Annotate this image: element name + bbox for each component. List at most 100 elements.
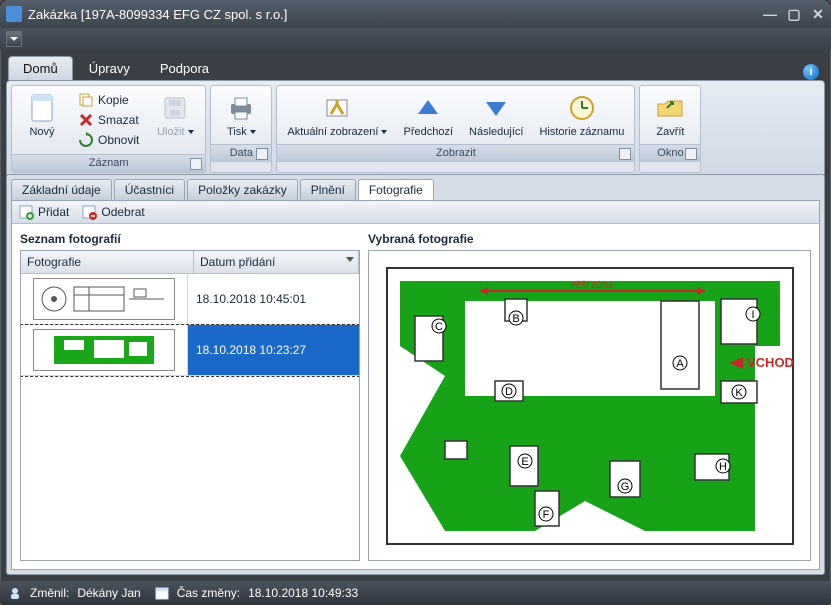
zobrazit-group-label: Zobrazit [436,147,476,159]
historie-label: Historie záznamu [539,126,624,138]
ribbon-group-zobrazit: Aktuální zobrazení Předchozí Následující [276,85,635,173]
ulozit-label: Uložit [157,126,185,138]
tab-fotografie[interactable]: Fotografie [358,179,434,200]
pridat-button[interactable]: Přidat [18,204,69,220]
view-panel: Přidat Odebrat Seznam fotografií Fotogra… [11,200,820,570]
app-icon [6,6,22,22]
history-icon [566,92,598,124]
minimize-button[interactable]: — [763,7,777,21]
col-fotografie[interactable]: Fotografie [21,251,194,273]
predchozi-button[interactable]: Předchozí [395,88,461,142]
photo-grid-header: Fotografie Datum přidání [21,251,359,274]
historie-button[interactable]: Historie záznamu [531,88,632,142]
maximize-button[interactable]: ▢ [787,7,801,21]
odebrat-label: Odebrat [101,205,144,219]
folder-close-icon [654,92,686,124]
svg-text:B: B [512,313,519,325]
new-document-icon [26,92,58,124]
menu-tabs: Domů Úpravy Podpora i [0,54,831,80]
zaznam-launcher[interactable] [190,158,202,170]
table-row[interactable]: 18.10.2018 10:45:01 [21,274,359,325]
svg-text:A: A [676,358,684,370]
predchozi-label: Předchozí [403,126,453,138]
photo-grid: Fotografie Datum přidání 18.10.2018 [20,250,360,561]
status-cas-label: Čas změny: [177,586,240,600]
okno-group-label: Okno [657,147,683,159]
kopie-button[interactable]: Kopie [72,90,145,110]
splitter: Seznam fotografií Fotografie Datum přidá… [12,224,819,569]
save-icon [159,92,191,124]
zobrazit-launcher[interactable] [619,148,631,160]
photo-date: 18.10.2018 10:45:01 [188,274,359,324]
zavrit-label: Zavřít [656,126,684,138]
aktualni-label: Aktuální zobrazení [287,126,387,138]
menu-tab-podpora[interactable]: Podpora [146,57,223,80]
svg-text:K: K [735,387,743,399]
quick-access-dropdown[interactable] [6,31,22,47]
col-datumpridani[interactable]: Datum přidání [194,251,359,273]
print-icon [225,92,257,124]
close-window-button[interactable]: ✕ [811,7,825,21]
tab-zakladni[interactable]: Základní údaje [11,179,112,200]
info-icon[interactable]: i [803,64,819,80]
photo-preview-pane: Vybraná fotografie PĚŠÍ ZÓNA [368,232,811,561]
smazat-label: Smazat [98,113,139,127]
pridat-label: Přidat [38,205,69,219]
previous-icon [412,92,444,124]
aktualni-zobrazeni-button[interactable]: Aktuální zobrazení [279,88,395,142]
data-group-label: Data [230,147,253,159]
tab-polozky[interactable]: Položky zakázky [187,179,298,200]
ribbon-group-data: Tisk Data [210,85,272,173]
add-icon [18,204,34,220]
menu-tab-upravy[interactable]: Úpravy [75,57,144,80]
window-title: Zakázka [197A-8099334 EFG CZ spol. s r.o… [28,7,763,22]
tisk-button[interactable]: Tisk [213,88,269,142]
ulozit-button[interactable]: Uložit [147,88,203,152]
delete-icon [78,112,94,128]
novy-label: Nový [29,126,54,138]
status-zmenil-value: Dékány Jan [77,586,140,600]
ribbon-group-zaznam: Nový Kopie Smazat [11,85,206,173]
quick-access-bar [0,28,831,50]
zavrit-button[interactable]: Zavřít [642,88,698,142]
svg-text:D: D [505,386,513,398]
odebrat-button[interactable]: Odebrat [81,204,144,220]
titlebar: Zakázka [197A-8099334 EFG CZ spol. s r.o… [0,0,831,28]
svg-text:E: E [521,456,528,468]
novy-button[interactable]: Nový [14,88,70,152]
status-cas-value: 18.10.2018 10:49:33 [248,586,358,600]
svg-text:C: C [435,321,443,333]
photo-toolbar: Přidat Odebrat [12,201,819,224]
svg-text:G: G [620,481,629,493]
nasledujici-label: Následující [469,126,523,138]
tisk-label: Tisk [227,126,247,138]
menu-tab-domu[interactable]: Domů [8,56,73,80]
svg-text:PĚŠÍ ZÓNA: PĚŠÍ ZÓNA [570,281,613,290]
photo-grid-body: 18.10.2018 10:45:01 18.10.2018 10:23:27 [21,274,359,560]
smazat-button[interactable]: Smazat [72,110,145,130]
map-preview-svg: PĚŠÍ ZÓNA [385,266,795,546]
ribbon: Nový Kopie Smazat [6,80,825,178]
photo-thumbnail [33,278,175,320]
okno-launcher[interactable] [685,148,697,160]
zaznam-group-label: Záznam [89,157,129,169]
table-row[interactable]: 18.10.2018 10:23:27 [21,325,359,376]
user-icon [8,586,22,600]
tab-plneni[interactable]: Plnění [300,179,356,200]
app-window: Zakázka [197A-8099334 EFG CZ spol. s r.o… [0,0,831,605]
status-zmenil-label: Změnil: [30,586,69,600]
photo-thumbnail [33,329,175,371]
next-icon [480,92,512,124]
nasledujici-button[interactable]: Následující [461,88,531,142]
obnovit-button[interactable]: Obnovit [72,130,145,150]
data-launcher[interactable] [256,148,268,160]
photo-preview-title: Vybraná fotografie [368,232,811,246]
status-bar: Změnil: Dékány Jan Čas změny: 18.10.2018… [0,581,831,605]
chevron-down-icon[interactable] [346,257,354,262]
svg-text:I: I [751,309,754,321]
svg-text:F: F [542,509,549,521]
kopie-label: Kopie [98,93,129,107]
tab-ucastnici[interactable]: Účastníci [114,179,185,200]
remove-icon [81,204,97,220]
photo-list-pane: Seznam fotografií Fotografie Datum přidá… [20,232,360,561]
